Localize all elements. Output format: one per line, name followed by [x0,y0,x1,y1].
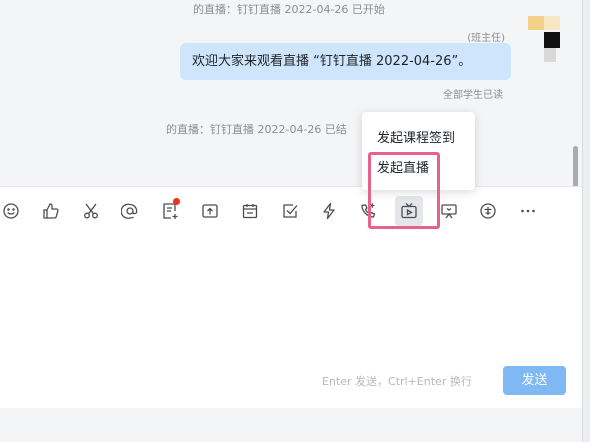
composer-toolbar [0,196,580,226]
menu-item-start-check-in[interactable]: 发起课程签到 [377,127,455,146]
live-popup-menu: 发起课程签到 发起直播 [362,112,475,190]
emoji-icon[interactable] [0,196,25,226]
avatar[interactable] [528,16,560,62]
more-icon[interactable] [514,196,542,226]
phone-icon[interactable] [354,196,382,226]
read-status[interactable]: 全部学生已读 [443,86,503,101]
thumbs-up-icon[interactable] [37,196,65,226]
send-button[interactable]: 发送 [503,366,566,395]
bottom-strip [0,408,582,442]
lightning-icon[interactable] [315,196,343,226]
window-edge [582,0,590,442]
upload-icon[interactable] [196,196,224,226]
chat-history: 的直播：钉钉直播 2022-04-26 已开始 (班主任) 欢迎大家来观看直播 … [0,0,582,186]
sender-name: (班主任) [467,33,505,44]
calendar-icon[interactable] [236,196,264,226]
chat-scrollbar[interactable] [573,146,578,186]
at-icon[interactable] [116,196,144,226]
message-bubble[interactable]: 欢迎大家来观看直播 “钉钉直播 2022-04-26”。 [180,43,511,80]
notification-dot [173,198,180,205]
scissors-icon[interactable] [77,196,105,226]
campus-icon[interactable] [474,196,502,226]
menu-item-start-live[interactable]: 发起直播 [377,157,429,176]
note-add-icon[interactable] [156,196,184,226]
checkbox-icon[interactable] [276,196,304,226]
projector-icon[interactable] [435,196,463,226]
send-shortcut-hint: Enter 发送，Ctrl+Enter 换行 [322,375,472,388]
system-message-live-end: 的直播：钉钉直播 2022-04-26 已结 [166,123,347,136]
system-message-live-start: 的直播：钉钉直播 2022-04-26 已开始 [193,3,385,16]
live-tv-icon[interactable] [395,196,423,226]
